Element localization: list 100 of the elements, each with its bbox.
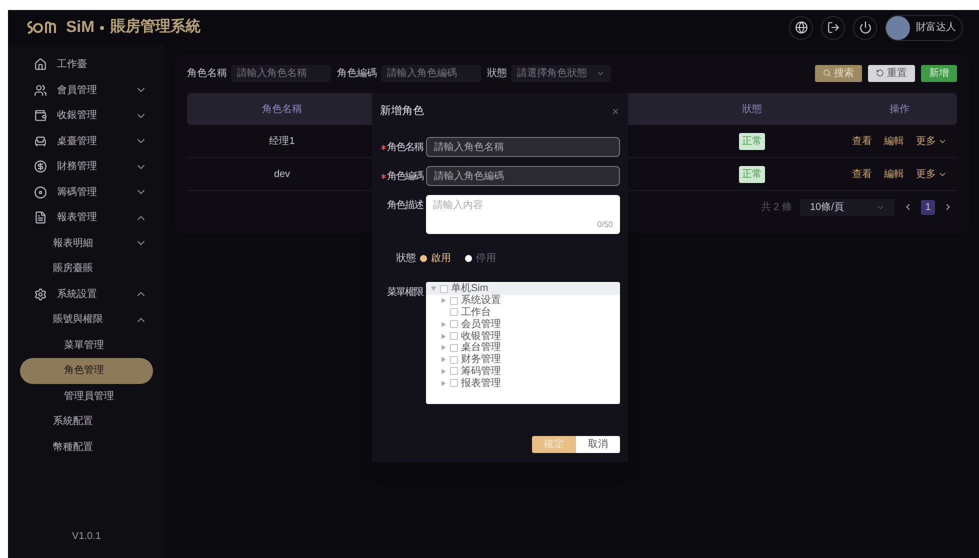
table-cell-text: dev: [272, 168, 292, 182]
action-link[interactable]: 更多: [916, 134, 947, 148]
field-label: 狀態: [396, 252, 416, 266]
wallet-icon: [34, 109, 47, 122]
sidebar-item[interactable]: 桌臺管理: [20, 128, 153, 154]
column-header: 狀態: [741, 102, 763, 116]
tree-item[interactable]: 财务管理: [426, 354, 620, 366]
sidebar-item[interactable]: 財務管理: [20, 154, 153, 180]
page-size-select[interactable]: 10條/頁: [800, 198, 895, 216]
sidebar-item[interactable]: 系統設置: [20, 282, 153, 307]
sidebar-item[interactable]: 角色管理: [20, 358, 153, 384]
sidebar-item[interactable]: 系統配置: [20, 409, 153, 434]
tree-label: 会员管理: [461, 318, 501, 330]
logout-button[interactable]: [821, 16, 845, 40]
radio-option[interactable]: 停用: [465, 250, 496, 266]
tree-label: 收银管理: [461, 330, 501, 342]
tree-item[interactable]: 桌台管理: [426, 342, 620, 354]
tree-label: 工作台: [461, 306, 491, 318]
tree-item[interactable]: 单机Sim: [426, 283, 620, 295]
users-icon: [34, 84, 47, 97]
status-tag: 正常: [739, 132, 765, 150]
sidebar-item[interactable]: 工作臺: [20, 52, 153, 78]
checkbox[interactable]: [450, 308, 458, 316]
caret-icon[interactable]: [440, 357, 446, 362]
sidebar-item[interactable]: 報表明細: [20, 230, 153, 256]
field-label: 角色描述: [387, 198, 423, 212]
tree-item[interactable]: 系统设置: [426, 294, 620, 307]
status-tag: 正常: [739, 166, 765, 182]
action-link[interactable]: 編輯: [884, 134, 904, 148]
sidebar-item[interactable]: 賬號與權限: [20, 307, 153, 332]
total-count: 共 2 條: [760, 200, 792, 214]
home-icon: [34, 58, 47, 72]
sidebar-item[interactable]: 會員管理: [20, 78, 153, 103]
field-label: 菜單權限: [386, 286, 424, 300]
radio-button[interactable]: [420, 254, 427, 262]
sidebar-item[interactable]: 收銀管理: [20, 103, 153, 128]
tree-label: 财务管理: [461, 354, 501, 366]
radio-option[interactable]: 啟用: [420, 250, 451, 266]
tree-label: 系统设置: [461, 295, 501, 306]
input-field[interactable]: 請輸入角色名稱: [426, 137, 620, 157]
reset-button[interactable]: 重置: [868, 64, 915, 82]
caret-icon[interactable]: [440, 345, 446, 350]
caret-icon[interactable]: [440, 334, 446, 339]
status-select[interactable]: 請選擇角色狀態: [511, 64, 611, 82]
checkbox[interactable]: [450, 320, 458, 328]
tree-item[interactable]: 收银管理: [426, 330, 620, 342]
refresh-icon: [876, 69, 884, 77]
input-field[interactable]: 請輸入角色編碼: [426, 166, 620, 186]
close-icon[interactable]: [611, 106, 620, 116]
sidebar-item[interactable]: 報表管理: [20, 205, 153, 230]
checkbox[interactable]: [450, 367, 458, 376]
sidebar-item[interactable]: 管理員管理: [20, 384, 153, 409]
page-button[interactable]: 1: [921, 200, 935, 214]
logout-icon: [826, 21, 840, 34]
radio-button[interactable]: [465, 254, 472, 262]
action-link[interactable]: 查看: [852, 134, 872, 148]
caret-icon[interactable]: [440, 368, 446, 374]
caret-icon[interactable]: [430, 286, 436, 292]
globe-icon: [794, 21, 808, 34]
caret-icon[interactable]: [440, 298, 446, 304]
power-button[interactable]: [853, 16, 877, 40]
column-header: 操作: [888, 102, 910, 116]
sidebar-item[interactable]: 幣種配置: [20, 434, 153, 460]
table-cell-text: 经理1: [268, 134, 296, 148]
user-menu[interactable]: 財富达人: [885, 14, 963, 40]
checkbox[interactable]: [450, 379, 458, 388]
sidebar-item[interactable]: 賬房臺賬: [20, 256, 153, 282]
user-name: 財富达人: [916, 20, 956, 35]
sidebar-item[interactable]: 籌碼管理: [20, 180, 153, 205]
checkbox[interactable]: [450, 332, 458, 340]
dialog-title: 新增角色: [380, 102, 424, 119]
filter-field[interactable]: 請輸入角色編碼: [381, 64, 481, 82]
filter-field[interactable]: 請輸入角色名稱: [231, 64, 331, 82]
sidebar-item[interactable]: 菜單管理: [20, 332, 153, 358]
tree-item[interactable]: 工作台: [426, 306, 620, 318]
action-link[interactable]: 編輯: [884, 166, 904, 182]
tree-label: 筹码管理: [461, 366, 501, 377]
coin-icon: [34, 160, 47, 174]
action-link[interactable]: 更多: [916, 166, 947, 182]
globe-button[interactable]: [789, 16, 813, 40]
tree-label: 报表管理: [461, 378, 501, 389]
column-header: 角色名稱: [261, 102, 303, 116]
tree-item[interactable]: 筹码管理: [426, 366, 620, 378]
caret-icon[interactable]: [440, 380, 446, 386]
power-icon: [858, 21, 872, 34]
action-link[interactable]: 查看: [852, 166, 872, 182]
tree-label: 单机Sim: [451, 283, 488, 294]
checkbox[interactable]: [450, 296, 458, 305]
checkbox[interactable]: [450, 344, 458, 352]
version-label: V1.0.1: [71, 530, 102, 544]
cancel-button[interactable]: 取消: [576, 436, 620, 453]
tree-item[interactable]: 会员管理: [426, 318, 620, 330]
checkbox[interactable]: [450, 356, 458, 364]
disc-icon: [34, 186, 47, 199]
document-icon: [34, 211, 47, 224]
filter-label: 狀態: [487, 66, 507, 80]
tree-item[interactable]: 报表管理: [426, 377, 620, 390]
checkbox[interactable]: [440, 284, 448, 293]
caret-icon[interactable]: [440, 322, 446, 327]
character-counter: 0/50: [597, 219, 613, 231]
